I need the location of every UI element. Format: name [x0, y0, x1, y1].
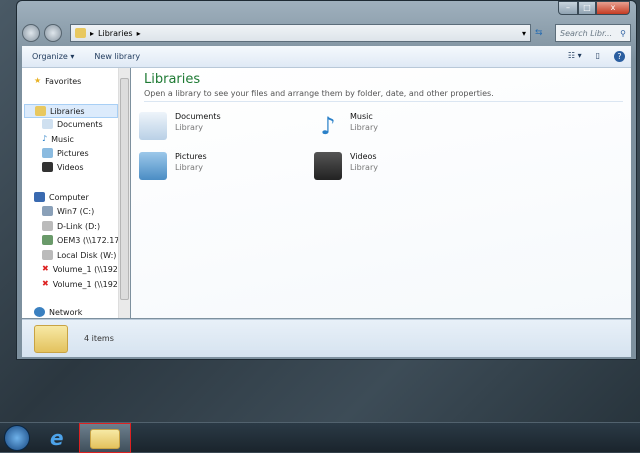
- drive-icon: [42, 221, 53, 231]
- disconnected-drive-icon: ✖: [42, 279, 49, 288]
- nav-drive[interactable]: ✖ Volume_1 (\\192.: [42, 279, 120, 289]
- scrollbar-thumb[interactable]: [120, 78, 129, 300]
- nav-videos[interactable]: Videos: [42, 162, 84, 172]
- forward-button[interactable]: [44, 24, 62, 42]
- music-icon: ♪: [320, 112, 336, 140]
- new-library-button[interactable]: New library: [94, 52, 140, 61]
- nav-drive[interactable]: D-Link (D:): [42, 221, 100, 231]
- library-documents[interactable]: Documents Library: [139, 112, 221, 140]
- refresh-icon[interactable]: ⇆: [535, 28, 551, 38]
- documents-icon: [139, 112, 167, 140]
- nav-music[interactable]: ♪ Music: [42, 134, 74, 144]
- library-music[interactable]: ♪ Music Library: [314, 112, 378, 140]
- back-button[interactable]: [22, 24, 40, 42]
- start-button[interactable]: [4, 425, 30, 451]
- nav-libraries[interactable]: Libraries: [24, 104, 118, 118]
- computer-icon: [34, 192, 45, 202]
- view-options-icon[interactable]: ☷ ▾: [568, 51, 582, 62]
- taskbar-explorer-button[interactable]: [79, 423, 131, 453]
- address-bar[interactable]: ▸ Libraries ▸ ▾: [70, 24, 531, 42]
- search-input[interactable]: Search Libr... ⚲: [555, 24, 631, 42]
- internet-explorer-icon[interactable]: e: [50, 428, 64, 448]
- breadcrumb-arrow-icon: ▸: [136, 28, 141, 38]
- libraries-icon: [35, 106, 46, 116]
- nav-scrollbar[interactable]: [118, 68, 130, 318]
- drive-icon: [42, 206, 53, 216]
- nav-network[interactable]: Network: [34, 307, 82, 317]
- page-description: Open a library to see your files and arr…: [144, 89, 494, 98]
- documents-icon: [42, 119, 53, 129]
- search-icon: ⚲: [620, 29, 626, 38]
- library-videos[interactable]: Videos Library: [314, 152, 378, 180]
- nav-drive[interactable]: Win7 (C:): [42, 206, 94, 216]
- page-title: Libraries: [144, 72, 201, 87]
- videos-icon: [314, 152, 342, 180]
- nav-pictures[interactable]: Pictures: [42, 148, 89, 158]
- close-button[interactable]: x: [596, 1, 630, 15]
- divider: [144, 101, 623, 102]
- explorer-folder-icon: [90, 429, 120, 449]
- nav-drive[interactable]: OEM3 (\\172.17.1: [42, 235, 127, 245]
- nav-computer[interactable]: Computer: [34, 192, 89, 202]
- help-icon[interactable]: ?: [614, 51, 625, 62]
- organize-button[interactable]: Organize ▾: [32, 52, 74, 61]
- network-drive-icon: [42, 235, 53, 245]
- minimize-button[interactable]: –: [558, 1, 578, 15]
- maximize-button[interactable]: □: [578, 1, 596, 15]
- music-icon: ♪: [42, 134, 48, 143]
- explorer-window: – □ x ▸ Libraries ▸ ▾ ⇆ Search Libr... ⚲ …: [16, 0, 637, 360]
- item-count: 4 items: [84, 334, 114, 343]
- libraries-folder-icon: [34, 324, 68, 353]
- nav-drive[interactable]: ✖ Volume_1 (\\192.: [42, 264, 120, 274]
- breadcrumb-arrow-icon: ▸: [90, 28, 95, 38]
- pictures-icon: [42, 148, 53, 158]
- nav-documents[interactable]: Documents: [42, 119, 103, 129]
- library-pictures[interactable]: Pictures Library: [139, 152, 207, 180]
- star-icon: ★: [34, 76, 42, 85]
- content-pane: Libraries Open a library to see your fil…: [131, 68, 631, 318]
- videos-icon: [42, 162, 53, 172]
- drive-icon: [42, 250, 53, 260]
- address-dropdown-icon[interactable]: ▾: [522, 29, 530, 38]
- status-bar: 4 items: [22, 319, 631, 357]
- nav-drive[interactable]: Local Disk (W:): [42, 250, 116, 260]
- libraries-icon: [75, 28, 86, 38]
- pictures-icon: [139, 152, 167, 180]
- network-icon: [34, 307, 45, 317]
- preview-pane-icon[interactable]: ▯: [596, 51, 600, 62]
- navigation-pane: ★ Favorites Libraries Documents ♪ Music Pi…: [22, 68, 130, 318]
- breadcrumb-libraries[interactable]: Libraries: [98, 29, 133, 38]
- disconnected-drive-icon: ✖: [42, 264, 49, 273]
- nav-favorites[interactable]: ★ Favorites: [34, 76, 81, 86]
- taskbar: e: [0, 422, 640, 453]
